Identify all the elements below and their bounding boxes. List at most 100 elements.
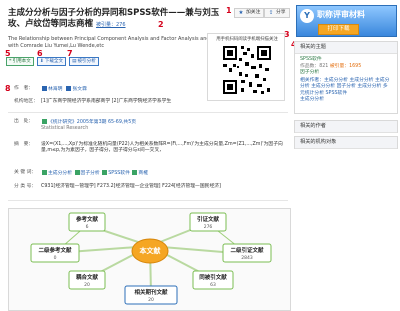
keyword-list: 主成分分析 因子分析 SPSS软件 商榷 bbox=[41, 170, 290, 177]
person-icon bbox=[42, 86, 47, 91]
map-node-cite2[interactable]: 二级引证文献 2843 bbox=[222, 243, 272, 263]
author-label: 作 者： bbox=[14, 86, 34, 91]
topic-cited: 被引量：1695 bbox=[329, 63, 362, 69]
map-node-cite-label: 引证文献 bbox=[197, 215, 220, 223]
map-node-ref[interactable]: 参考文献 6 bbox=[68, 212, 106, 232]
ad-banner[interactable]: Y 职称评审材料 打印下载 bbox=[296, 5, 397, 37]
marker-2: 2 bbox=[158, 20, 164, 29]
keyword-link-4[interactable]: 商榷 bbox=[138, 171, 148, 176]
author-row: 作 者： 林海明 张文霖 bbox=[14, 86, 290, 94]
keywords-label: 关 键 词： bbox=[14, 170, 37, 175]
map-node-co-count: 20 bbox=[84, 282, 90, 288]
keyword-link-2[interactable]: 因子分析 bbox=[81, 171, 100, 176]
marker-7: 7 bbox=[67, 49, 73, 58]
cite-article-tag[interactable]: ❝ 引用本文 bbox=[6, 57, 34, 66]
map-node-sim[interactable]: 相关期刊文献 20 bbox=[124, 285, 178, 305]
person-icon bbox=[66, 86, 72, 91]
follow-button[interactable]: ★ 加关注 bbox=[234, 8, 265, 18]
map-node-cite[interactable]: 引证文献 276 bbox=[189, 212, 227, 232]
author-link-1[interactable]: 林海明 bbox=[48, 87, 62, 92]
org-row: 机构地区： [1]广东商学院经济学系南部商学 [2]广东商学院经济学系学生 bbox=[14, 99, 290, 107]
related-topics-heading: 相关的主题 bbox=[295, 42, 397, 54]
main-content: 主成分分析与因子分析的异同和SPSS软件——兼与刘玉玫、卢纹岱等同志商榷 被引量… bbox=[0, 0, 291, 311]
citation-network-svg: 本文献 参考文献 6 二级参考文献 0 耦合文献 20 引证文献 276 二级引… bbox=[30, 212, 272, 305]
ad-logo-icon: Y bbox=[300, 9, 314, 23]
share-icon: ⇪ bbox=[268, 10, 274, 16]
marker-6: 6 bbox=[37, 49, 43, 58]
topic-related-more[interactable]: 主成分分析 bbox=[300, 97, 392, 104]
abstract-text: 设X=(X1,...,Xp)'为标准化随机向量(P22)人为相关系数阵R=(Fi… bbox=[41, 142, 283, 154]
map-node-cite2-label: 二级引证文献 bbox=[230, 246, 264, 254]
divider bbox=[8, 200, 288, 201]
related-authors-heading[interactable]: 相关的作者 bbox=[295, 121, 397, 133]
topic-item: SPSS软件 作品数：821 被引量：1695 bbox=[300, 57, 392, 70]
cited-count-link[interactable]: 被引量：276 bbox=[96, 22, 126, 28]
topic-link-spss[interactable]: SPSS软件 bbox=[300, 57, 322, 62]
map-node-cite-count: 276 bbox=[204, 224, 213, 230]
map-node-cocite[interactable]: 同被引文献 63 bbox=[192, 270, 234, 290]
class-link[interactable]: C931[经济管理—管理学] F273.2[经济管理—企业管理] F224[经济… bbox=[41, 184, 290, 190]
ad-title: 职称评审材料 bbox=[317, 10, 365, 19]
map-node-ref-count: 6 bbox=[86, 224, 89, 230]
citation-network-map: 本文献 参考文献 6 二级参考文献 0 耦合文献 20 引证文献 276 二级引… bbox=[8, 208, 291, 311]
tag-icon bbox=[102, 170, 108, 175]
divider bbox=[8, 112, 288, 113]
tag-icon bbox=[42, 170, 47, 175]
class-label: 分 类 号： bbox=[14, 184, 37, 189]
author-list: 林海明 张文霖 bbox=[41, 86, 290, 93]
source-row: 出 处： 《统计研究》2005年第3期 65-69,共5页 Statistica… bbox=[14, 119, 290, 135]
abstract-label: 摘 要： bbox=[14, 142, 34, 147]
source-link[interactable]: 《统计研究》2005年第3期 65-69,共5页 bbox=[48, 120, 136, 125]
keyword-link-1[interactable]: 主成分分析 bbox=[48, 171, 72, 176]
right-sidebar: Y 职称评审材料 打印下载 4 相关的主题 SPSS软件 作品数：821 被引量… bbox=[291, 0, 400, 311]
ad-print-button[interactable]: 打印下载 bbox=[318, 24, 359, 35]
map-node-cocite-count: 63 bbox=[210, 282, 216, 288]
download-fulltext-tag[interactable]: ⬇ 下载全文 bbox=[36, 57, 67, 66]
topic-link-factor[interactable]: 因子分析 bbox=[300, 70, 319, 75]
citation-analysis-label: 被引分析 bbox=[77, 59, 96, 64]
download-icon: ⬇ bbox=[39, 59, 44, 64]
map-node-sim-label: 相关期刊文献 bbox=[134, 288, 168, 296]
org-link[interactable]: [1]广东商学院经济学系南部商学 [2]广东商学院经济学系学生 bbox=[41, 99, 290, 105]
map-node-ref2[interactable]: 二级参考文献 0 bbox=[30, 243, 80, 263]
org-label: 机构地区： bbox=[14, 99, 38, 104]
map-node-co[interactable]: 耦合文献 20 bbox=[68, 270, 106, 290]
follow-label: 加关注 bbox=[246, 10, 261, 15]
keywords-row: 关 键 词： 主成分分析 因子分析 SPSS软件 商榷 bbox=[14, 170, 290, 178]
related-topics-body: SPSS软件 作品数：821 被引量：1695 因子分析 相关作者：主成分分析 … bbox=[295, 54, 397, 107]
chart-icon: ▤ bbox=[72, 59, 77, 64]
marker-8: 8 bbox=[5, 84, 11, 93]
source-value: 《统计研究》2005年第3期 65-69,共5页 Statistical Res… bbox=[41, 119, 290, 133]
map-node-co-label: 耦合文献 bbox=[76, 273, 99, 281]
topic-works: 作品数：821 bbox=[300, 63, 329, 69]
tag-icon bbox=[74, 170, 80, 175]
marker-5: 5 bbox=[5, 49, 11, 58]
related-topics-panel: 相关的主题 SPSS软件 作品数：821 被引量：1695 因子分析 相关作者：… bbox=[294, 41, 398, 114]
qr-caption: 用手机扫码阅读手机端扫描关注 bbox=[216, 37, 278, 42]
class-row: 分 类 号： C931[经济管理—管理学] F273.2[经济管理—企业管理] … bbox=[14, 184, 290, 192]
action-tags: ❝ 引用本文 ⬇ 下载全文 ▤ 被引分析 bbox=[6, 57, 99, 67]
share-button[interactable]: ⇪ 分享 bbox=[264, 8, 290, 18]
source-label: 出 处： bbox=[14, 119, 34, 124]
topic-item: 因子分析 bbox=[300, 70, 392, 77]
center-node-label: 本文献 bbox=[139, 246, 161, 255]
star-icon: ★ bbox=[238, 10, 244, 16]
related-orgs-panel: 相关的机构对象 bbox=[294, 136, 398, 149]
marker-1: 1 bbox=[226, 6, 232, 15]
quote-icon: ❝ bbox=[9, 59, 12, 64]
related-orgs-heading[interactable]: 相关的机构对象 bbox=[295, 137, 397, 149]
map-node-cocite-label: 同被引文献 bbox=[199, 273, 227, 281]
article-title: 主成分分析与因子分析的异同和SPSS软件——兼与刘玉玫、卢纹岱等同志商榷 被引量… bbox=[8, 8, 228, 31]
topic-related-terms[interactable]: 相关作者：主成分分析 主成分分析 主成分分析 主成分分析 因子分析 主成分分析 … bbox=[300, 78, 392, 98]
map-node-ref2-count: 0 bbox=[54, 255, 57, 261]
citation-analysis-tag[interactable]: ▤ 被引分析 bbox=[69, 57, 99, 66]
map-node-ref-label: 参考文献 bbox=[76, 215, 99, 223]
related-authors-panel: 相关的作者 bbox=[294, 120, 398, 133]
cite-article-label: 引用本文 bbox=[12, 59, 31, 64]
keyword-link-3[interactable]: SPSS软件 bbox=[108, 171, 130, 176]
tag-icon bbox=[132, 170, 138, 175]
map-node-ref2-label: 二级参考文献 bbox=[38, 246, 72, 254]
author-link-2[interactable]: 张文霖 bbox=[72, 87, 86, 92]
source-en: Statistical Research bbox=[41, 126, 89, 132]
map-node-cite2-count: 2843 bbox=[241, 255, 253, 261]
